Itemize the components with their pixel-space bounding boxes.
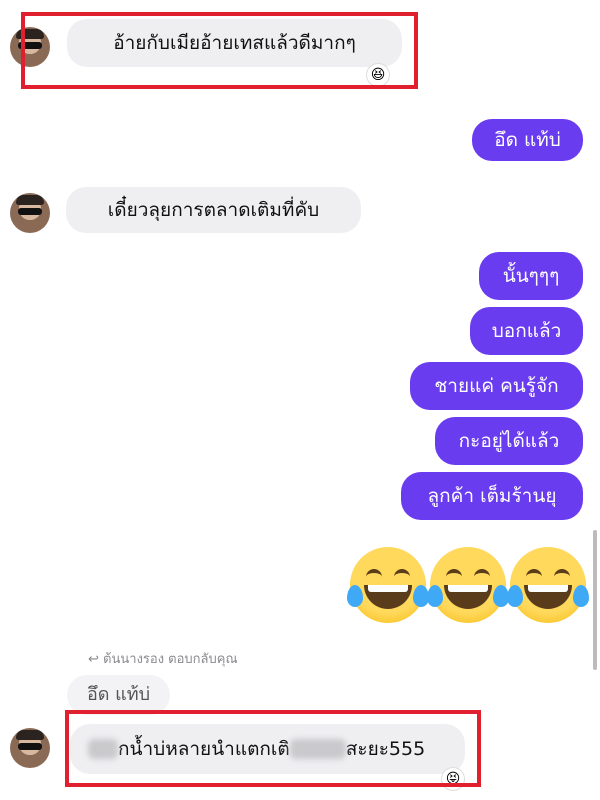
message-text: ลูกค้า เต็มร้านยุ: [427, 484, 557, 507]
emoji-tear: [347, 585, 363, 607]
outgoing-message[interactable]: ลูกค้า เต็มร้านยุ: [401, 472, 583, 520]
sunglasses-shape: [18, 208, 42, 215]
outgoing-message[interactable]: บอกแล้ว: [470, 307, 583, 355]
emoji-teeth: [448, 585, 488, 592]
outgoing-message[interactable]: กะอยู่ได้แล้ว: [435, 417, 583, 465]
laughing-tears-emoji[interactable]: [347, 547, 429, 623]
emoji-eye: [474, 569, 490, 581]
scrollbar[interactable]: [593, 530, 597, 670]
emoji-eye: [446, 569, 462, 581]
highlight-box: [21, 12, 418, 89]
emoji-eye: [366, 569, 382, 581]
message-text: นั้นๆๆๆ: [502, 264, 560, 287]
message-text: อึด แท้บ่: [494, 128, 561, 151]
emoji-eye: [526, 569, 542, 581]
outgoing-message[interactable]: นั้นๆๆๆ: [479, 252, 583, 300]
emoji-tear: [427, 585, 443, 607]
emoji-eye: [554, 569, 570, 581]
laughing-tears-emoji[interactable]: [427, 547, 509, 623]
emoji-tear: [573, 585, 589, 607]
emoji-tear: [507, 585, 523, 607]
outgoing-message[interactable]: อึด แท้บ่: [472, 119, 583, 161]
quoted-message[interactable]: อึด แท้บ่: [67, 675, 170, 715]
avatar[interactable]: [10, 193, 50, 233]
message-text: เดี๋ยวลุยการตลาดเติมที่คับ: [107, 198, 320, 221]
hair-shape: [16, 730, 44, 740]
outgoing-message[interactable]: ชายแค่ คนรู้จัก: [410, 362, 583, 410]
highlight-box: [65, 710, 481, 787]
message-text: กะอยู่ได้แล้ว: [458, 429, 560, 452]
message-text: ชายแค่ คนรู้จัก: [434, 374, 559, 397]
sunglasses-shape: [18, 743, 42, 750]
incoming-message[interactable]: เดี๋ยวลุยการตลาดเติมที่คับ: [66, 187, 361, 233]
quoted-text: อึด แท้บ่: [86, 684, 151, 705]
emoji-teeth: [368, 585, 408, 592]
emoji-eye: [394, 569, 410, 581]
reply-arrow-icon: ↩: [88, 652, 99, 667]
reply-note: ↩ ต้นนางรอง ตอบกลับคุณ: [88, 648, 238, 669]
avatar[interactable]: [10, 728, 50, 768]
message-text: บอกแล้ว: [491, 319, 562, 342]
reply-note-text: ต้นนางรอง ตอบกลับคุณ: [103, 652, 238, 667]
hair-shape: [16, 195, 44, 205]
laughing-tears-emoji[interactable]: [507, 547, 589, 623]
emoji-teeth: [528, 585, 568, 592]
